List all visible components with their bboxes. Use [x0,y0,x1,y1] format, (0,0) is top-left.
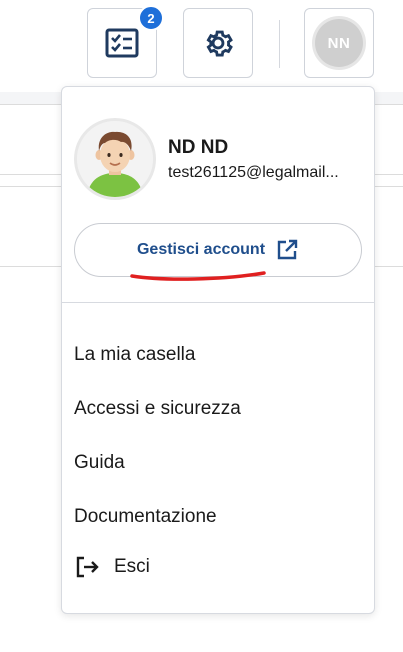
toolbar-separator [279,20,280,68]
tasks-button[interactable]: 2 [87,5,164,78]
menu-item-mailbox[interactable]: La mia casella [74,344,195,366]
menu-item-guide[interactable]: Guida [74,452,125,474]
menu-item-access-security[interactable]: Accessi e sicurezza [74,398,241,420]
gear-icon [206,30,233,57]
user-email: test261125@legalmail... [168,164,339,181]
manage-account-label: Gestisci account [136,241,266,258]
user-avatar-icon [77,121,153,197]
account-button[interactable]: NN [304,8,374,78]
account-menu: ND ND test261125@legalmail... Gestisci a… [61,86,375,614]
settings-button[interactable] [183,8,253,78]
logout-button[interactable]: Esci [74,555,150,579]
menu-item-documentation[interactable]: Documentazione [74,506,217,528]
logout-icon [76,556,99,578]
notification-badge: 2 [138,5,164,31]
logout-label: Esci [114,556,150,577]
user-avatar [77,121,153,197]
external-link-icon [277,239,298,260]
checklist-icon [105,28,139,58]
menu-divider [62,302,374,303]
annotation-underline [130,271,266,281]
avatar: NN [315,19,363,67]
user-name: ND ND [168,137,229,158]
